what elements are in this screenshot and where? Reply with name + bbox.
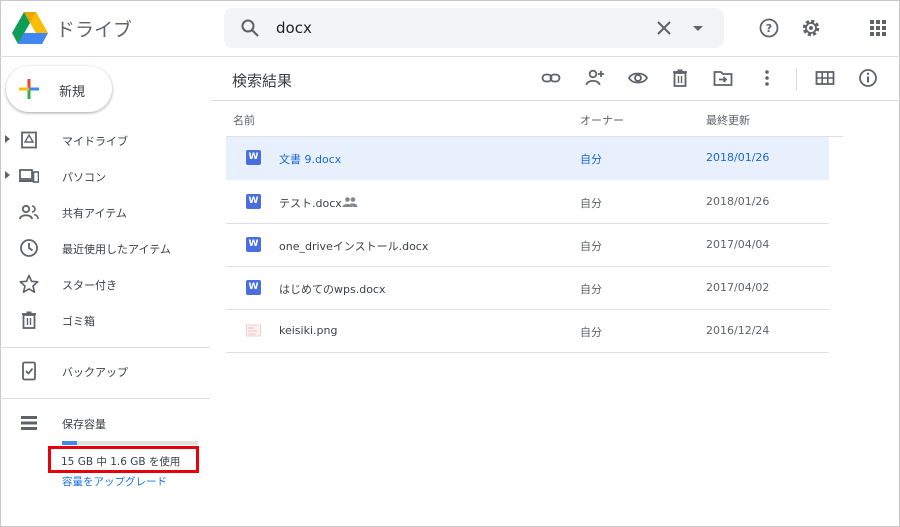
word-document-icon: W: [246, 280, 261, 295]
svg-text:?: ?: [766, 22, 772, 35]
file-modified: 2016/12/24: [706, 324, 770, 337]
storage-usage-text: 15 GB 中 1.6 GB を使用: [61, 456, 181, 468]
column-header-modified[interactable]: 最終更新: [706, 112, 750, 128]
sidebar-item-label: バックアップ: [62, 366, 128, 379]
table-row[interactable]: W one_driveインストール.docx 自分 2017/04/04: [226, 224, 829, 267]
file-owner: 自分: [580, 153, 602, 166]
sidebar-item-trash[interactable]: ゴミ箱: [0, 303, 210, 337]
word-document-icon: W: [246, 194, 261, 209]
star-icon: [19, 274, 39, 294]
new-button[interactable]: 新規: [6, 66, 112, 112]
help-icon[interactable]: ?: [758, 17, 780, 39]
file-modified: 2018/01/26: [706, 195, 770, 208]
table-row[interactable]: W 文書 9.docx 自分 2018/01/26: [226, 137, 829, 180]
app-header: ドライブ docx ?: [0, 0, 900, 57]
backup-icon: [22, 361, 36, 381]
new-button-label: 新規: [59, 85, 86, 100]
storage-usage-bar: [62, 441, 198, 445]
plus-icon: [19, 79, 39, 99]
app-title: ドライブ: [56, 19, 133, 41]
file-name: 文書 9.docx: [279, 153, 342, 166]
file-owner: 自分: [580, 240, 602, 253]
storage-icon: [21, 416, 37, 430]
grid-view-icon[interactable]: [815, 68, 835, 88]
sidebar-item-label: 最近使用したアイテム: [62, 243, 171, 256]
sidebar-item-label: マイドライブ: [62, 135, 128, 148]
delete-icon[interactable]: [670, 68, 690, 88]
shared-people-icon: [342, 197, 358, 207]
link-icon[interactable]: [541, 68, 561, 88]
share-icon[interactable]: [585, 68, 605, 88]
file-name: keisiki.png: [279, 324, 338, 337]
word-document-icon: W: [246, 237, 261, 252]
sidebar-item-my-drive[interactable]: マイドライブ: [0, 123, 210, 157]
sidebar-item-recent[interactable]: 最近使用したアイテム: [0, 231, 210, 265]
sidebar-item-label: パソコン: [62, 171, 106, 184]
sidebar-item-label: 保存容量: [62, 418, 106, 431]
apps-grid-icon[interactable]: [867, 17, 889, 39]
clear-search-icon[interactable]: [654, 18, 674, 38]
my-drive-icon: [21, 131, 37, 149]
table-row[interactable]: keisiki.png 自分 2016/12/24: [226, 310, 829, 353]
trash-icon: [22, 311, 36, 329]
sidebar-item-computers[interactable]: パソコン: [0, 159, 210, 193]
sidebar-item-backup[interactable]: バックアップ: [0, 354, 210, 388]
table-row[interactable]: W テスト.docx 自分 2018/01/26: [226, 181, 829, 224]
file-owner: 自分: [580, 326, 602, 339]
upgrade-storage-link[interactable]: 容量をアップグレード: [62, 474, 167, 489]
toolbar-divider: [796, 68, 797, 90]
drive-logo-icon[interactable]: [12, 12, 48, 44]
search-input[interactable]: docx: [276, 19, 312, 37]
info-icon[interactable]: [858, 68, 878, 88]
search-bar[interactable]: docx: [224, 8, 724, 48]
shared-icon: [19, 204, 39, 220]
toolbar-separator: [211, 100, 900, 101]
file-name: テスト.docx: [279, 197, 342, 210]
image-thumbnail-icon: [246, 324, 261, 337]
preview-eye-icon[interactable]: [628, 68, 648, 88]
expand-caret-icon[interactable]: [5, 135, 10, 143]
column-header-owner[interactable]: オーナー: [580, 112, 624, 128]
file-modified: 2017/04/04: [706, 238, 770, 251]
file-owner: 自分: [580, 197, 602, 210]
search-options-icon[interactable]: [688, 18, 708, 38]
page-title: 検索結果: [232, 72, 293, 90]
computers-icon: [19, 169, 39, 183]
expand-caret-icon[interactable]: [5, 171, 10, 179]
column-header-name[interactable]: 名前: [233, 112, 255, 128]
move-to-folder-icon[interactable]: [713, 68, 733, 88]
search-icon[interactable]: [240, 18, 260, 38]
more-actions-icon[interactable]: [757, 68, 777, 88]
recent-icon: [20, 239, 38, 257]
file-modified: 2018/01/26: [706, 151, 770, 164]
sidebar-divider: [0, 347, 210, 348]
file-owner: 自分: [580, 283, 602, 296]
sidebar-item-storage[interactable]: 保存容量: [0, 406, 210, 440]
file-name: one_driveインストール.docx: [279, 240, 429, 253]
settings-gear-icon[interactable]: [800, 17, 822, 39]
sidebar-item-label: スター付き: [62, 279, 117, 292]
table-row[interactable]: W はじめてのwps.docx 自分 2017/04/02: [226, 267, 829, 310]
file-name: はじめてのwps.docx: [279, 283, 386, 296]
storage-usage-fill: [62, 441, 77, 445]
file-modified: 2017/04/02: [706, 281, 770, 294]
word-document-icon: W: [246, 150, 261, 165]
storage-usage-highlight: 15 GB 中 1.6 GB を使用: [48, 446, 199, 473]
sidebar-item-shared[interactable]: 共有アイテム: [0, 195, 210, 229]
sidebar-divider: [0, 398, 210, 399]
sidebar-item-starred[interactable]: スター付き: [0, 267, 210, 301]
sidebar-item-label: ゴミ箱: [62, 315, 95, 328]
sidebar-item-label: 共有アイテム: [62, 207, 127, 220]
